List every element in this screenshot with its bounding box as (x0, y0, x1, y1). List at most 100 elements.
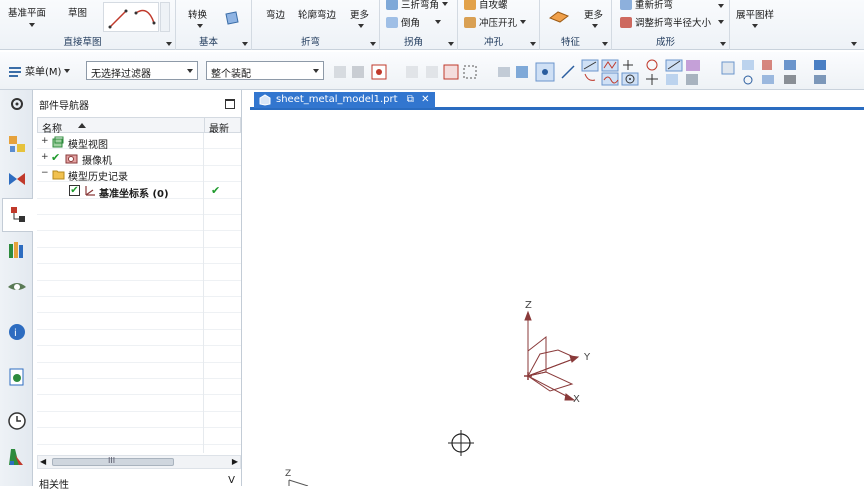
group-menu-icon[interactable] (530, 42, 536, 46)
feature-solid-icon[interactable] (548, 8, 570, 24)
table-row (37, 264, 241, 281)
table-row (37, 281, 241, 297)
part-navigator-panel: 部件导航器 名称 最新 + 模型视图 + ✔ 摄像机 − 模型历史记录 ✔ 基准… (33, 90, 242, 491)
reuse-library-icon[interactable] (7, 240, 27, 260)
form-dropdown-icon[interactable] (718, 20, 724, 24)
datum-csys-icon (85, 186, 95, 196)
ribbon-options-icon[interactable] (851, 42, 857, 46)
selection-filter-select[interactable]: 无选择过滤器 (86, 61, 198, 80)
more-feature-dropdown-icon[interactable] (592, 24, 598, 28)
form-dropdown-icon[interactable] (718, 4, 724, 8)
info-feed-icon[interactable]: i (7, 321, 27, 341)
expand-icon[interactable]: + (41, 137, 49, 146)
self-drill-button[interactable]: 自攻螺 (464, 0, 508, 11)
close-icon[interactable]: ✕ (421, 94, 429, 105)
history-clock-icon[interactable] (7, 411, 27, 431)
horizontal-scrollbar[interactable]: ◀ III ▶ (37, 455, 241, 469)
sketch-button[interactable]: 草图 (68, 5, 87, 19)
visibility-checkbox[interactable]: ✔ (69, 185, 80, 196)
unfold-dropdown-icon[interactable] (752, 24, 758, 28)
flange-button[interactable]: 弯边 (266, 7, 285, 21)
column-header: 名称 最新 (37, 117, 241, 135)
group-menu-icon[interactable] (166, 42, 172, 46)
group-label-form: 成形 (655, 37, 675, 48)
group-menu-icon[interactable] (242, 42, 248, 46)
punch-hole-button[interactable]: 冲压开孔 (464, 15, 527, 29)
menu-label: 菜单(M) (25, 67, 62, 78)
axis-x-label: X (573, 394, 580, 405)
convert-dropdown-icon[interactable] (197, 24, 203, 28)
group-menu-icon[interactable] (448, 42, 454, 46)
tree-row-cameras[interactable]: + ✔ 摄像机 (37, 150, 241, 167)
group-menu-icon[interactable] (602, 42, 608, 46)
table-row (37, 297, 241, 314)
more-bend-dropdown-icon[interactable] (358, 24, 364, 28)
datum-csys[interactable] (524, 310, 580, 401)
part-file-icon (259, 94, 271, 106)
group-label-base: 基本 (198, 37, 218, 48)
tree-label: 摄像机 (82, 156, 112, 167)
expand-icon[interactable]: + (41, 153, 49, 162)
group-menu-icon[interactable] (370, 42, 376, 46)
menu-button[interactable]: 菜单(M) (8, 63, 71, 78)
collapse-icon[interactable]: − (41, 169, 49, 178)
group-feature: 更多 特征 (540, 0, 612, 50)
scroll-right-icon[interactable]: ▶ (232, 457, 238, 466)
three-bend-corner-icon (386, 0, 398, 10)
convert-button[interactable]: 转换 (188, 7, 207, 21)
table-row (37, 248, 241, 265)
group-menu-icon[interactable] (720, 42, 726, 46)
datum-plane-dropdown-icon[interactable] (29, 23, 35, 27)
adjust-bend-radius-button[interactable]: 调整折弯半径大小 (620, 15, 711, 29)
gear-icon[interactable] (7, 94, 27, 114)
three-bend-corner-button[interactable]: 三折弯角 (386, 0, 449, 11)
visualization-eye-icon[interactable] (7, 277, 27, 297)
group-label-feature: 特征 (560, 37, 580, 48)
part-navigator-tab[interactable] (2, 198, 33, 232)
maximize-icon[interactable] (225, 99, 235, 109)
assembly-scope-select[interactable]: 整个装配 (206, 61, 324, 80)
view-triad (288, 479, 309, 486)
sheet-metal-tab-icon[interactable] (224, 10, 240, 26)
sort-ascending-icon[interactable] (78, 123, 86, 128)
web-browser-icon[interactable] (7, 367, 27, 387)
tree-row-model-history[interactable]: − 模型历史记录 (37, 166, 241, 184)
folder-open-icon (52, 170, 65, 180)
dependencies-panel-title[interactable]: 相关性 (39, 476, 69, 491)
undock-icon[interactable]: ⧉ (407, 94, 414, 105)
more-feature-button[interactable]: 更多 (584, 7, 603, 21)
assembly-navigator-icon[interactable] (7, 134, 27, 154)
tree-label: 基准坐标系 (0) (99, 189, 169, 200)
document-tabbar: sheet_metal_model1.prt ⧉ ✕ (250, 92, 864, 110)
dropdown-icon (442, 2, 449, 6)
tree-row-datum-csys[interactable]: ✔ 基准坐标系 (0) ✔ (37, 183, 241, 200)
sketch-curves-gallery[interactable] (103, 2, 159, 32)
punch-hole-icon (464, 16, 476, 28)
group-unfold: 展平图样 (730, 0, 780, 50)
tree-row-model-views[interactable]: + 模型视图 (37, 134, 241, 151)
graphics-window[interactable]: sheet_metal_model1.prt ⧉ ✕ Z Y X Z (250, 90, 864, 486)
selection-filter-value: 无选择过滤器 (91, 69, 151, 80)
unfold-pattern-button[interactable]: 展平图样 (736, 7, 774, 21)
group-form: 重新折弯 调整折弯半径大小 成形 (612, 0, 730, 50)
chevron-down-icon[interactable]: V (228, 475, 235, 486)
self-drill-label: 自攻螺 (479, 0, 508, 11)
model-viewport[interactable]: Z Y X Z (250, 112, 864, 486)
menu-dropdown-icon (64, 68, 71, 73)
constraint-navigator-icon[interactable] (7, 169, 27, 189)
more-bend-button[interactable]: 更多 (350, 7, 369, 21)
column-divider[interactable] (204, 118, 205, 132)
document-tab[interactable]: sheet_metal_model1.prt ⧉ ✕ (254, 92, 436, 108)
chamfer-button[interactable]: 倒角 (386, 15, 442, 29)
selection-tool-icons[interactable] (330, 58, 864, 86)
datum-plane-button[interactable]: 基准平面 (8, 5, 46, 19)
snap-icons (334, 59, 826, 86)
scroll-thumb[interactable]: III (52, 456, 174, 466)
rebend-button[interactable]: 重新折弯 (620, 0, 673, 11)
gallery-scroll[interactable] (160, 2, 170, 32)
contour-flange-button[interactable]: 轮廓弯边 (298, 7, 336, 21)
system-materials-icon[interactable] (7, 447, 27, 467)
group-base: 转换 基本 (176, 0, 252, 50)
scroll-left-icon[interactable]: ◀ (40, 457, 46, 466)
self-drill-icon (464, 0, 476, 10)
